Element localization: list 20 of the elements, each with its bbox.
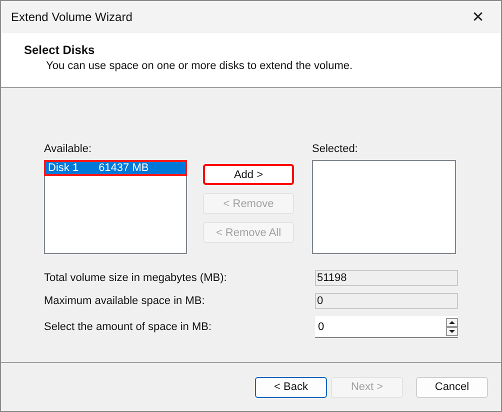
spin-field[interactable]: 0 [315, 316, 458, 338]
input-field[interactable]: 0 [315, 320, 446, 332]
available-list[interactable]: Disk 1 61437 MB [44, 160, 187, 254]
field-label: Maximum available space in MB: [44, 295, 205, 307]
page-title: Select Disks [24, 43, 96, 57]
page-subtitle: You can use space on one or more disks to extend the volume. [45, 60, 354, 72]
readonly-field: 0 [315, 293, 458, 309]
disk-item[interactable]: Disk 1 61437 MB [45, 161, 186, 175]
close-button[interactable]: ✕ [455, 1, 501, 33]
field-label: Total volume size in megabytes (MB): [44, 272, 227, 284]
field-label: Select the amount of space in MB: [44, 321, 212, 333]
wizard-button[interactable]: Cancel [416, 376, 488, 398]
readonly-field: 51198 [315, 270, 458, 286]
window-title: Extend Volume Wizard [11, 10, 132, 24]
wizard-button[interactable]: < Back [255, 376, 327, 398]
spinner-arrows-icon[interactable] [446, 318, 458, 336]
move-button[interactable]: Add > [203, 164, 294, 185]
selected-label: Selected: [312, 143, 359, 157]
available-label: Available: [44, 143, 92, 157]
selected-list[interactable] [312, 160, 456, 254]
